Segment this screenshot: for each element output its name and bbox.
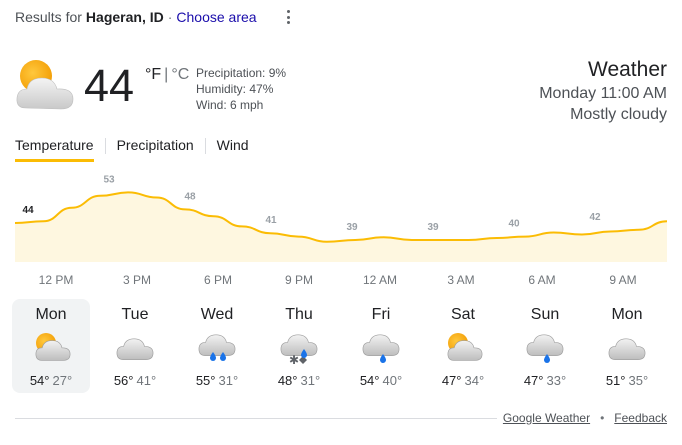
- tab-wind[interactable]: Wind: [217, 132, 249, 162]
- partly-cloudy-icon: [31, 331, 71, 365]
- daily-forecast: Mon 54° 27° Tue 56° 41° Wed 55° 31° Thu ✱ 48° 31° Fri…: [12, 299, 668, 393]
- day-temps: 54° 27°: [12, 373, 90, 388]
- tab-divider: [204, 138, 206, 154]
- light-rain-icon: [361, 331, 401, 365]
- high-temp: 47°: [441, 373, 462, 388]
- low-temp: 34°: [464, 373, 485, 388]
- day-temps: 56° 41°: [94, 373, 176, 388]
- time-label: 12 AM: [362, 273, 398, 287]
- forecast-tabs: Temperature Precipitation Wind: [15, 132, 249, 162]
- low-temp: 40°: [382, 373, 403, 388]
- temperature-value-label: 42: [589, 212, 601, 223]
- cloudy-icon: [115, 331, 155, 365]
- temperature-value-label: 48: [184, 191, 196, 202]
- temperature-area: [15, 192, 667, 262]
- cloudy-icon: [607, 331, 647, 365]
- unit-separator: |: [164, 66, 169, 83]
- light-rain-icon: [525, 331, 565, 365]
- day-card-sat[interactable]: Sat 47° 34°: [422, 299, 504, 393]
- celsius-toggle[interactable]: °C: [171, 66, 189, 84]
- low-temp: 35°: [628, 373, 649, 388]
- low-temp: 31°: [218, 373, 239, 388]
- day-name: Wed: [200, 306, 234, 323]
- low-temp: 33°: [546, 373, 567, 388]
- choose-area-link[interactable]: Choose area: [176, 9, 256, 25]
- unit-toggle: °F | °C: [145, 66, 189, 84]
- humidity-text: Humidity: 47%: [196, 82, 274, 96]
- time-axis: 12 PM 3 PM 6 PM 9 PM 12 AM 3 AM 6 AM 9 AM: [0, 273, 682, 289]
- low-temp: 27°: [52, 373, 73, 388]
- high-temp: 51°: [605, 373, 626, 388]
- high-temp: 54°: [359, 373, 380, 388]
- location-name: Hageran, ID: [85, 9, 164, 25]
- high-temp: 47°: [523, 373, 544, 388]
- high-temp: 56°: [113, 373, 134, 388]
- time-label: 3 PM: [122, 273, 152, 287]
- svg-text:✱: ✱: [289, 353, 299, 365]
- footer-dot: •: [600, 411, 605, 425]
- weather-title: Weather: [588, 58, 667, 81]
- partly-cloudy-icon: [443, 331, 483, 365]
- day-temps: 54° 40°: [340, 373, 422, 388]
- day-temps: 51° 35°: [586, 373, 668, 388]
- rain-icon: [197, 331, 237, 365]
- separator-dot: ·: [167, 9, 173, 25]
- day-temps: 47° 33°: [504, 373, 586, 388]
- time-label: 9 PM: [284, 273, 314, 287]
- temperature-chart: 44 53 48 41 39 39 40 42: [14, 174, 668, 262]
- day-name: Fri: [371, 306, 391, 323]
- precipitation-text: Precipitation: 9%: [196, 66, 287, 80]
- day-card-mon[interactable]: Mon 51° 35°: [586, 299, 668, 393]
- tab-divider: [104, 138, 106, 154]
- high-temp: 55°: [195, 373, 216, 388]
- day-name: Sun: [530, 306, 560, 323]
- results-prefix: Results for: [15, 9, 82, 25]
- day-card-mon[interactable]: Mon 54° 27°: [12, 299, 90, 393]
- day-name: Mon: [35, 306, 67, 323]
- day-card-fri[interactable]: Fri 54° 40°: [340, 299, 422, 393]
- temperature-value-label: 41: [265, 215, 277, 226]
- temperature-value-label: 40: [508, 219, 520, 230]
- temperature-value-label: 39: [427, 222, 439, 233]
- day-card-sun[interactable]: Sun 47° 33°: [504, 299, 586, 393]
- google-weather-link[interactable]: Google Weather: [503, 411, 590, 425]
- tab-temperature[interactable]: Temperature: [15, 132, 94, 162]
- day-name: Sat: [450, 306, 475, 323]
- day-card-tue[interactable]: Tue 56° 41°: [94, 299, 176, 393]
- more-options-icon[interactable]: [282, 8, 294, 26]
- fahrenheit-toggle[interactable]: °F: [145, 66, 161, 84]
- weather-details: Precipitation: 9% Humidity: 47% Wind: 6 …: [196, 65, 286, 113]
- rain-snow-icon: ✱: [279, 331, 319, 367]
- day-temps: 48° 31°: [258, 373, 340, 388]
- time-label: 12 PM: [38, 273, 74, 287]
- temperature-value-label: 39: [346, 222, 358, 233]
- weather-condition: Mostly cloudy: [570, 106, 667, 123]
- low-temp: 41°: [136, 373, 157, 388]
- temperature-value-label: 53: [103, 174, 115, 185]
- partly-cloudy-icon: [14, 58, 76, 114]
- weather-datetime: Monday 11:00 AM: [539, 85, 667, 102]
- results-line: Results for Hageran, ID · Choose area: [15, 9, 257, 25]
- weather-summary: Weather Monday 11:00 AM Mostly cloudy: [539, 57, 667, 125]
- time-label: 3 AM: [447, 273, 475, 287]
- day-name: Tue: [121, 306, 149, 323]
- temperature-value-label: 44: [22, 205, 34, 216]
- high-temp: 54°: [29, 373, 50, 388]
- feedback-link[interactable]: Feedback: [614, 411, 667, 425]
- day-name: Mon: [611, 306, 643, 323]
- current-temperature: 44: [84, 60, 135, 111]
- wind-text: Wind: 6 mph: [196, 98, 264, 112]
- day-card-wed[interactable]: Wed 55° 31°: [176, 299, 258, 393]
- high-temp: 48°: [277, 373, 298, 388]
- day-temps: 47° 34°: [422, 373, 504, 388]
- time-label: 6 PM: [203, 273, 233, 287]
- time-label: 9 AM: [609, 273, 637, 287]
- footer: Google Weather • Feedback: [496, 411, 667, 425]
- day-card-thu[interactable]: Thu ✱ 48° 31°: [258, 299, 340, 393]
- time-label: 6 AM: [528, 273, 556, 287]
- day-temps: 55° 31°: [176, 373, 258, 388]
- low-temp: 31°: [300, 373, 321, 388]
- tab-precipitation[interactable]: Precipitation: [117, 132, 194, 162]
- day-name: Thu: [285, 306, 313, 323]
